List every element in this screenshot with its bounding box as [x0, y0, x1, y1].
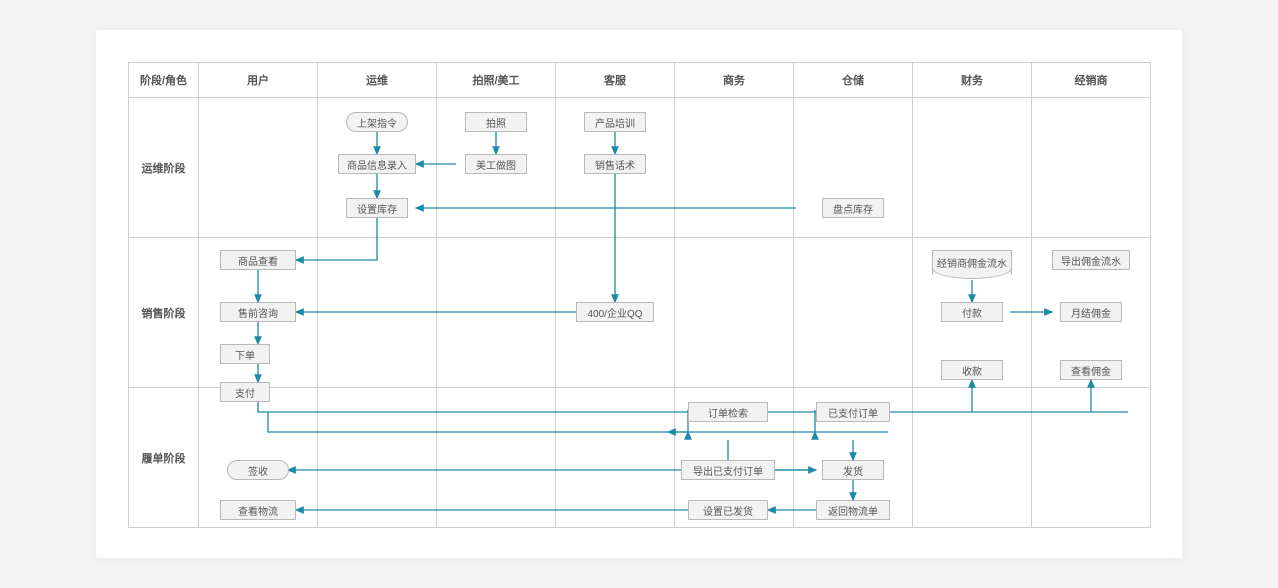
swimlane-grid: 阶段/角色 用户 运维 拍照/美工 客服 商务 仓储 财务 经销商 运维阶段 销…: [128, 62, 1150, 526]
rowhead-sales: 销售阶段: [129, 238, 199, 388]
rowhead-ops: 运维阶段: [129, 98, 199, 238]
col-user: 用户: [199, 63, 318, 98]
row-ops: 运维阶段: [129, 98, 1151, 238]
col-biz: 商务: [675, 63, 794, 98]
col-fin: 财务: [913, 63, 1032, 98]
corner-cell: 阶段/角色: [129, 63, 199, 98]
col-cs: 客服: [556, 63, 675, 98]
col-photo: 拍照/美工: [437, 63, 556, 98]
rowhead-fulfil: 履单阶段: [129, 388, 199, 528]
col-ops: 运维: [318, 63, 437, 98]
col-dist: 经销商: [1032, 63, 1151, 98]
row-sales: 销售阶段: [129, 238, 1151, 388]
diagram-stage: 阶段/角色 用户 运维 拍照/美工 客服 商务 仓储 财务 经销商 运维阶段 销…: [0, 0, 1278, 588]
col-wh: 仓储: [794, 63, 913, 98]
header-row: 阶段/角色 用户 运维 拍照/美工 客服 商务 仓储 财务 经销商: [129, 63, 1151, 98]
row-fulfil: 履单阶段: [129, 388, 1151, 528]
